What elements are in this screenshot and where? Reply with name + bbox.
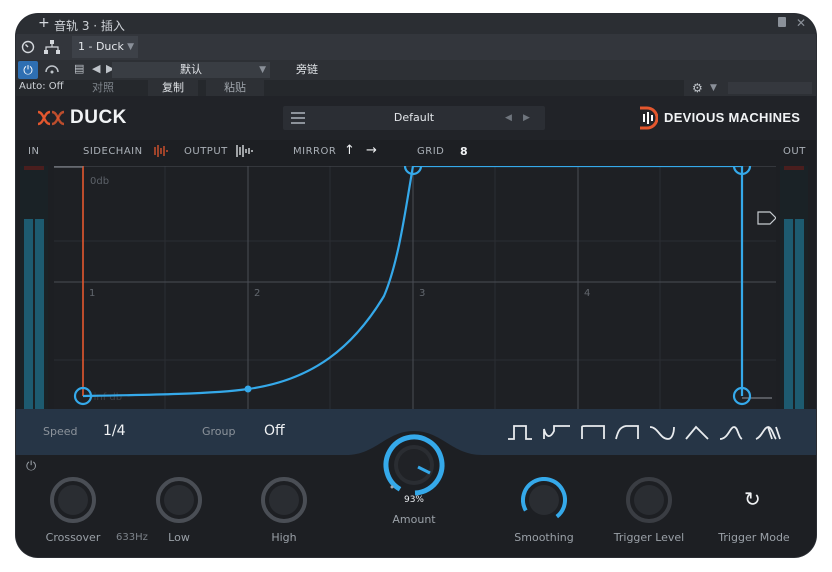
next-preset-icon[interactable]: ▶ [523,106,530,130]
graph-options-row: IN SIDECHAIN OUTPUT MIRROR ↑ → GRID 8 OU… [16,140,816,164]
plugin-header: DUCK Default ◀ ▶ DEVIOUS MACHINES [16,96,816,140]
clock-icon[interactable] [18,37,38,57]
preset-list-icon[interactable]: ▤ [74,62,84,75]
duck-plugin: DUCK Default ◀ ▶ DEVIOUS MACHINES IN SID… [16,96,816,557]
input-meter-right [35,219,44,409]
top-db-label: 0db [90,176,109,187]
shape-pulse-icon[interactable] [581,425,605,439]
trigger-mode-icon[interactable]: ↻ [744,487,761,511]
trigger-level-label: Trigger Level [613,531,685,544]
group-value[interactable]: Off [264,423,285,439]
curve-handle[interactable] [244,385,252,393]
automation-icon[interactable] [44,62,60,77]
mirror-horizontal-icon[interactable]: → [366,143,377,158]
host-title: 音轨 3 · 插入 [54,19,125,33]
speed-label: Speed [43,425,78,438]
host-preset-row: ⏻ ▤ ◀ ▶ 默认 ▼ 旁链 [16,60,816,80]
close-icon[interactable]: ✕ [796,16,806,30]
beat-3-label: 3 [419,288,425,299]
amount-value: 93% [403,495,424,505]
shape-double-icon[interactable] [755,426,781,440]
prev-preset-icon[interactable]: ◀ [505,106,512,130]
input-meter [20,166,48,409]
amount-knob[interactable] [380,431,448,499]
output-clip-indicator [784,166,804,170]
crossover-label: Crossover [45,531,101,544]
beat-4-label: 4 [584,288,590,299]
out-label: OUT [783,146,806,157]
band-power-icon[interactable]: ⏻ [26,459,36,474]
in-label: IN [28,146,40,157]
high-label: High [271,531,297,544]
shape-ramp-up-icon[interactable] [543,425,570,439]
input-clip-indicator [24,166,44,170]
auto-status[interactable]: Auto: Off [19,81,64,92]
brand-name: DEVIOUS MACHINES [664,110,801,125]
routing-icon[interactable] [42,37,62,57]
mirror-label: MIRROR [293,146,337,157]
devious-machines-icon [640,106,659,130]
shape-soft-pulse-icon[interactable] [615,425,639,440]
smoothing-label: Smoothing [514,531,574,544]
bottom-db-label: -inf db [90,392,122,403]
chevron-down-icon: ▼ [127,42,134,52]
beat-2-label: 2 [254,288,260,299]
high-knob[interactable] [261,477,307,523]
add-icon[interactable]: + [38,15,50,31]
sidechain-button[interactable]: 旁链 [292,62,322,78]
host-title-bar: + 音轨 3 · 插入 ✕ [16,14,816,34]
plugin-name: DUCK [70,107,127,128]
trigger-level-knob[interactable] [626,477,672,523]
grid-value[interactable]: 8 [460,145,468,158]
duck-logo-icon [37,110,65,126]
prev-preset-icon[interactable]: ◀ [92,62,100,75]
group-label: Group [202,425,236,438]
power-button[interactable]: ⏻ [18,61,38,79]
host-preset-dropdown[interactable]: 默认 ▼ [112,62,270,78]
output-wave-icon[interactable] [236,145,254,160]
crossover-knob[interactable] [50,477,96,523]
plugin-preset-bar[interactable]: Default ◀ ▶ [283,106,545,130]
low-knob[interactable] [156,477,202,523]
output-label: OUTPUT [184,146,228,157]
envelope-graph[interactable]: 0db -inf db 1 2 3 4 [54,166,776,409]
brand-logo: DEVIOUS MACHINES [636,106,800,130]
plugin-window: + 音轨 3 · 插入 ✕ 1 - Duck ▼ ⏻ ▤ ◀ ▶ 默认 ▼ 旁链 [16,14,816,557]
output-meter-right [795,219,804,409]
host-settings: ⚙ ▼ [684,80,816,96]
output-meter-left [784,219,793,409]
shape-wave-icon[interactable] [649,426,675,440]
trigger-mode-label: Trigger Mode [718,531,790,544]
smoothing-knob[interactable] [521,477,567,523]
host-preset-label: 默认 [180,63,202,76]
shape-square-icon[interactable] [508,425,532,440]
amount-label: Amount [392,513,436,526]
track-tab[interactable]: 1 - Duck ▼ [72,36,138,58]
speed-value[interactable]: 1/4 [103,423,126,439]
chevron-down-icon: ▼ [259,65,266,75]
beat-1-label: 1 [89,288,95,299]
mirror-vertical-icon[interactable]: ↑ [344,143,355,158]
low-label: Low [168,531,190,544]
shape-attack-icon[interactable] [719,426,743,440]
grid-label: GRID [417,146,445,157]
copy-button[interactable]: 复制 [148,80,198,96]
compare-button[interactable]: 对照 [78,80,128,96]
knob-section: ⏻ Crossover 633Hz Low High 93% Amount Sm… [16,434,816,557]
sidechain-label: SIDECHAIN [83,146,143,157]
input-meter-left [24,219,33,409]
sidechain-wave-icon[interactable] [152,145,168,160]
host-toolbar: 1 - Duck ▼ [16,34,816,60]
host-settings-field[interactable] [728,82,812,94]
paste-button[interactable]: 粘贴 [206,80,264,96]
track-tab-label: 1 - Duck [78,40,124,53]
output-meter [780,166,808,409]
gear-icon[interactable]: ⚙ [692,80,703,96]
shape-triangle-icon[interactable] [685,425,709,440]
chevron-down-icon[interactable]: ▼ [710,80,717,96]
shape-presets [508,425,781,440]
pin-icon[interactable] [778,17,786,27]
